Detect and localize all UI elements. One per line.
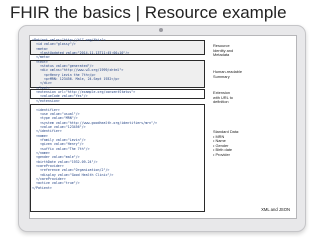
code-line: </Patient> (32, 185, 52, 190)
annotation-summary: Human-readable Summary (213, 69, 293, 79)
laptop-screen: <Patient xmlns="http://hl7.org/fhir"> <i… (29, 35, 297, 219)
annotation-line: Summary (213, 73, 230, 79)
footer-label: XML and JSON (261, 207, 290, 212)
xml-code-block: <Patient xmlns="http://hl7.org/fhir"> <i… (32, 38, 208, 216)
annotation-extension: Extension with URL to definition (213, 90, 293, 105)
annotation-line: definition (213, 99, 229, 104)
camera-icon (159, 28, 163, 32)
annotation-resource: Resource Identity and Metadata (213, 43, 293, 58)
annotation-standard-data: Standard Data: • MRN • Name • Gender • B… (213, 129, 293, 157)
laptop-frame: <Patient xmlns="http://hl7.org/fhir"> <i… (18, 25, 306, 232)
annotation-line: Metadata (213, 52, 230, 57)
slide-title: FHIR the basics | Resource example (10, 3, 287, 22)
annotation-line: • Provider (213, 151, 230, 157)
